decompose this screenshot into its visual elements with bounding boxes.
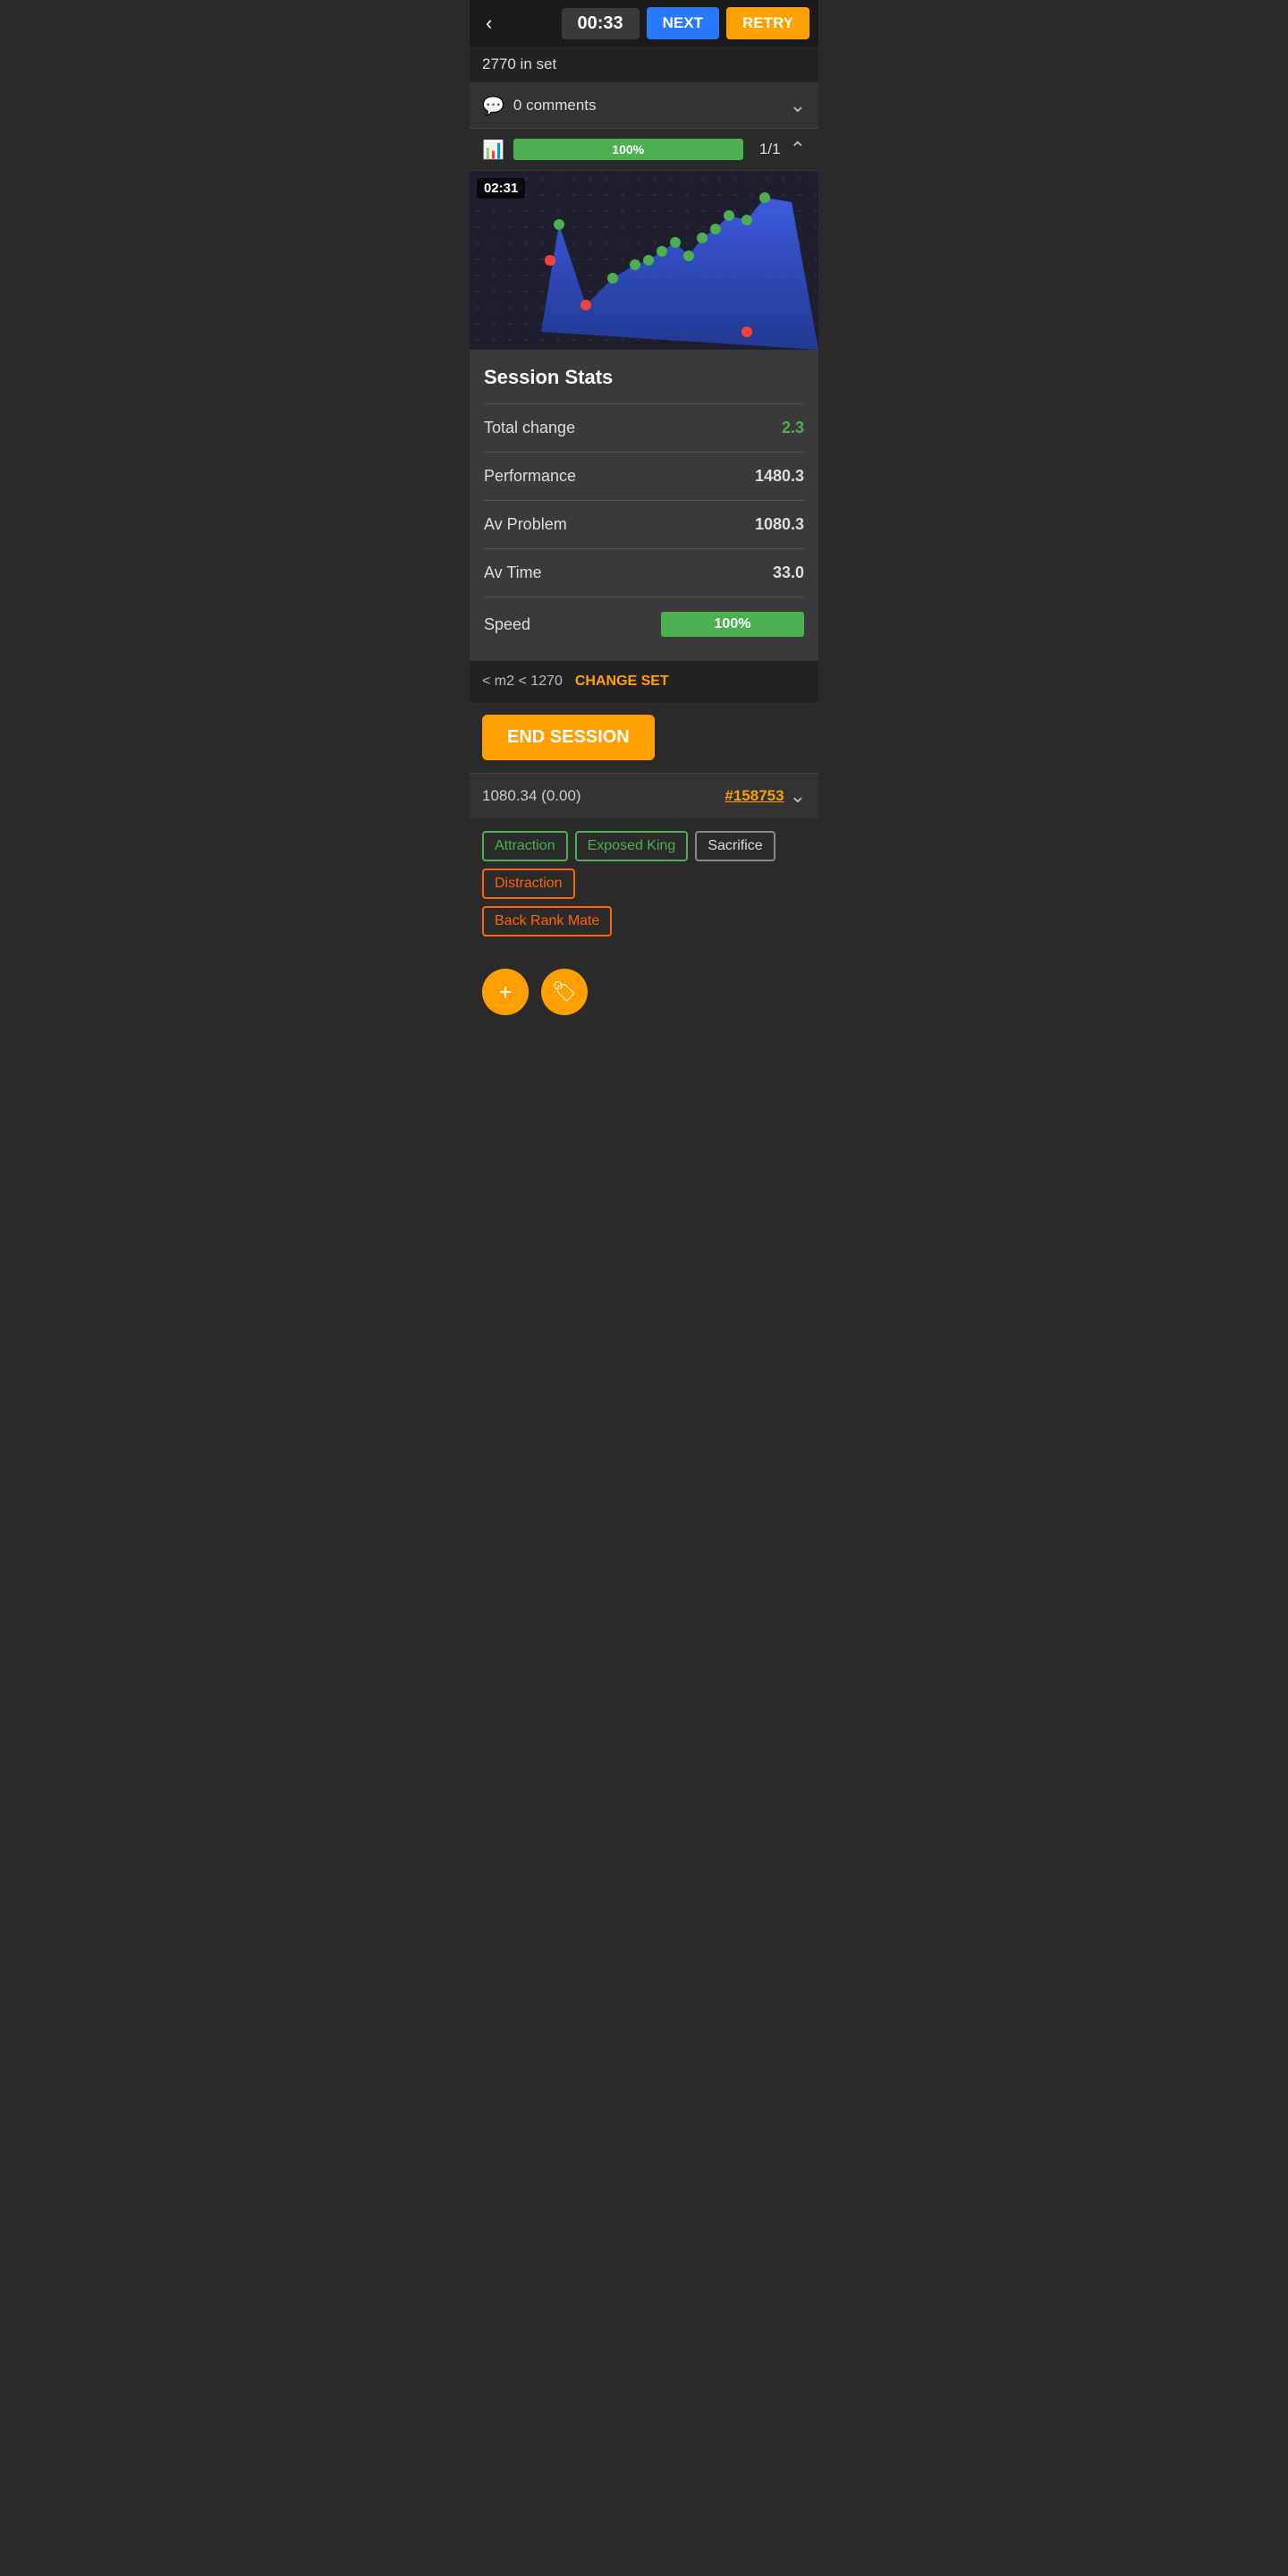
stat-row-speed: Speed 100% bbox=[484, 597, 804, 651]
progress-bar: 100% bbox=[513, 139, 743, 160]
stat-row-av-problem: Av Problem 1080.3 bbox=[484, 500, 804, 548]
speed-bar-value: 100% bbox=[715, 616, 751, 632]
timer-display: 00:33 bbox=[562, 8, 640, 39]
tag-attraction[interactable]: Attraction bbox=[482, 831, 568, 861]
speed-bar: 100% bbox=[661, 612, 804, 637]
set-info-bar: < m2 < 1270 CHANGE SET bbox=[470, 660, 818, 702]
change-set-button[interactable]: CHANGE SET bbox=[575, 674, 669, 690]
end-session-button[interactable]: END SESSION bbox=[482, 715, 655, 760]
problem-info-bar: 1080.34 (0.00) #158753 ⌄ bbox=[470, 773, 818, 818]
stats-title: Session Stats bbox=[484, 366, 804, 389]
stat-value-av-problem: 1080.3 bbox=[755, 515, 804, 534]
stat-label-performance: Performance bbox=[484, 467, 576, 486]
stat-label-speed: Speed bbox=[484, 615, 530, 634]
comments-chevron-down-icon[interactable]: ⌄ bbox=[790, 94, 806, 117]
stat-label-total-change: Total change bbox=[484, 419, 575, 437]
stats-section: Session Stats Total change 2.3 Performan… bbox=[470, 350, 818, 660]
problem-link[interactable]: #158753 bbox=[724, 787, 784, 805]
tags-section: Attraction Exposed King Sacrifice Distra… bbox=[470, 818, 818, 956]
stat-value-performance: 1480.3 bbox=[755, 467, 804, 486]
bottom-actions: + 🏷 bbox=[470, 956, 818, 1033]
next-button[interactable]: NEXT bbox=[647, 7, 719, 39]
progress-section: 📊 100% 1/1 ⌃ bbox=[470, 129, 818, 171]
progress-fraction: 1/1 bbox=[752, 140, 781, 158]
comments-bar: 💬 0 comments ⌄ bbox=[470, 83, 818, 129]
count-text: 2770 in set bbox=[482, 55, 556, 72]
set-info-text: < m2 < 1270 bbox=[482, 674, 563, 690]
problem-info-chevron-down-icon[interactable]: ⌄ bbox=[790, 784, 806, 808]
comments-icon: 💬 bbox=[482, 95, 504, 117]
stat-row-av-time: Av Time 33.0 bbox=[484, 548, 804, 597]
stat-row-total-change: Total change 2.3 bbox=[484, 403, 804, 452]
chart-time-label: 02:31 bbox=[477, 178, 525, 199]
back-button[interactable]: ‹ bbox=[479, 8, 499, 38]
progress-fill: 100% bbox=[513, 139, 743, 160]
add-button[interactable]: + bbox=[482, 969, 529, 1015]
tag-back-rank-mate[interactable]: Back Rank Mate bbox=[482, 906, 612, 936]
stat-value-total-change: 2.3 bbox=[782, 419, 804, 437]
tags-row-1: Attraction Exposed King Sacrifice Distra… bbox=[482, 831, 806, 899]
count-bar: 2770 in set bbox=[470, 47, 818, 83]
stat-row-performance: Performance 1480.3 bbox=[484, 452, 804, 500]
tags-row-2: Back Rank Mate bbox=[482, 906, 806, 936]
stat-label-av-time: Av Time bbox=[484, 564, 542, 582]
tag-distraction[interactable]: Distraction bbox=[482, 869, 575, 899]
tag-sacrifice[interactable]: Sacrifice bbox=[695, 831, 775, 861]
stat-value-av-time: 33.0 bbox=[773, 564, 804, 582]
comments-text: 0 comments bbox=[513, 97, 790, 114]
chart-area: 02:31 bbox=[470, 171, 818, 350]
top-bar: ‹ 00:33 NEXT RETRY bbox=[470, 0, 818, 47]
tag-icon-button[interactable]: 🏷 bbox=[541, 969, 588, 1015]
bar-chart-icon: 📊 bbox=[482, 139, 504, 161]
problem-info-text: 1080.34 (0.00) bbox=[482, 787, 719, 805]
tag-exposed-king[interactable]: Exposed King bbox=[575, 831, 689, 861]
stat-label-av-problem: Av Problem bbox=[484, 515, 567, 534]
progress-chevron-up-icon[interactable]: ⌃ bbox=[790, 138, 806, 161]
retry-button[interactable]: RETRY bbox=[726, 7, 809, 39]
